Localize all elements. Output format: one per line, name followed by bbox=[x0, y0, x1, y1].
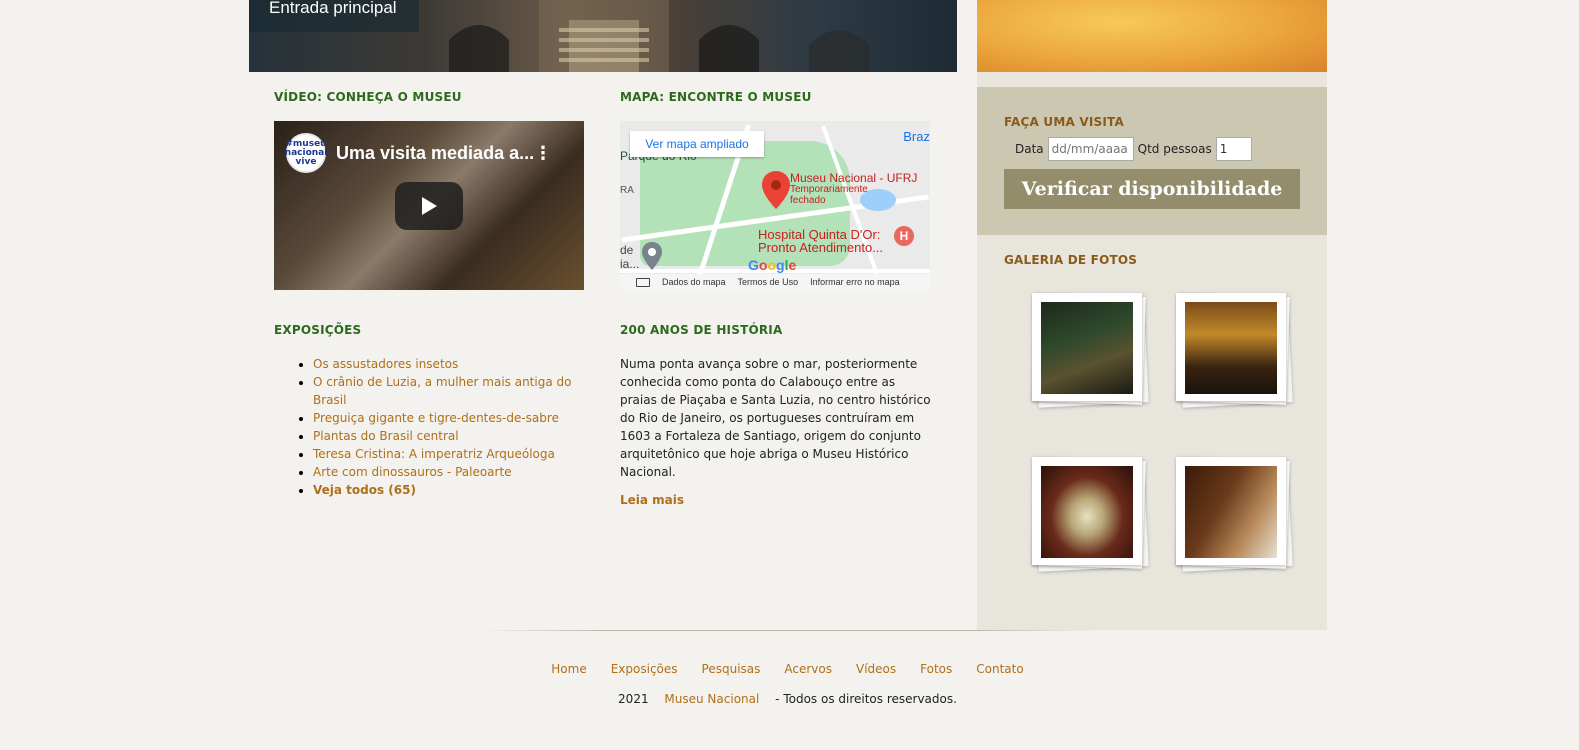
footer-divider bbox=[480, 630, 1100, 631]
channel-logo[interactable]: #museu nacional vive bbox=[285, 133, 327, 173]
sidebar-banner bbox=[977, 0, 1327, 72]
map-hospital-sub: Pronto Atendimento... bbox=[758, 240, 884, 255]
list-item: Teresa Cristina: A imperatriz Arqueóloga bbox=[313, 445, 581, 463]
date-label: Data bbox=[1015, 142, 1044, 156]
map-hospital-label[interactable]: Hospital Quinta D'Or: Pronto Atendimento… bbox=[758, 228, 883, 254]
map-data-link[interactable]: Dados do mapa bbox=[662, 277, 726, 287]
gallery-photo[interactable] bbox=[1176, 293, 1293, 408]
gray-pin-icon[interactable] bbox=[642, 242, 662, 270]
list-item: Arte com dinossauros - Paleoarte bbox=[313, 463, 581, 481]
map-museum-status: fechado bbox=[790, 195, 826, 206]
list-item: O crânio de Luzia, a mulher mais antiga … bbox=[313, 373, 581, 409]
map-label-line: ia... bbox=[620, 257, 640, 271]
expo-link[interactable]: Preguiça gigante e tigre-dentes-de-sabre bbox=[313, 411, 559, 425]
embedded-map[interactable]: Braz Parque do Rio RA Ver mapa ampliado … bbox=[620, 121, 930, 290]
photo-thumbnail bbox=[1041, 466, 1133, 558]
read-more-link[interactable]: Leia mais bbox=[620, 493, 684, 507]
check-availability-button[interactable]: Verificar disponibilidade bbox=[1004, 169, 1300, 209]
visit-form-row: Data Qtd pessoas bbox=[1015, 137, 1252, 161]
play-button[interactable] bbox=[395, 182, 463, 230]
map-label: RA bbox=[620, 185, 634, 196]
list-item: Plantas do Brasil central bbox=[313, 427, 581, 445]
google-logo: Google bbox=[748, 257, 797, 273]
play-icon bbox=[422, 197, 437, 215]
photo-frame bbox=[1176, 457, 1286, 565]
expo-list: Os assustadores insetos O crânio de Luzi… bbox=[313, 355, 581, 499]
footer-nav: Home Exposições Pesquisas Acervos Vídeos… bbox=[0, 662, 1575, 676]
hero-caption: Entrada principal bbox=[269, 0, 397, 17]
video-player[interactable]: #museu nacional vive Uma visita mediada … bbox=[274, 121, 584, 290]
keyboard-icon[interactable] bbox=[636, 277, 650, 287]
hero-banner: Entrada principal bbox=[249, 0, 957, 72]
footer-link-home[interactable]: Home bbox=[551, 662, 586, 676]
expo-link[interactable]: Teresa Cristina: A imperatriz Arqueóloga bbox=[313, 447, 555, 461]
expo-link[interactable]: O crânio de Luzia, a mulher mais antiga … bbox=[313, 375, 571, 407]
map-section-title: MAPA: ENCONTRE O MUSEU bbox=[620, 90, 812, 104]
expo-link[interactable]: Arte com dinossauros - Paleoarte bbox=[313, 465, 512, 479]
visit-box: FAÇA UMA VISITA Data Qtd pessoas Verific… bbox=[977, 87, 1327, 235]
gallery-title: GALERIA DE FOTOS bbox=[1004, 253, 1138, 267]
brand-link[interactable]: Museu Nacional bbox=[664, 692, 759, 706]
photo-frame bbox=[1032, 457, 1142, 565]
copyright-year: 2021 bbox=[618, 692, 649, 706]
photo-thumbnail bbox=[1185, 466, 1277, 558]
video-section-title: VÍDEO: CONHEÇA O MUSEU bbox=[274, 90, 462, 104]
report-error-link[interactable]: Informar erro no mapa bbox=[810, 277, 900, 287]
footer-link-exposicoes[interactable]: Exposições bbox=[611, 662, 678, 676]
list-item: Veja todos (65) bbox=[313, 481, 581, 499]
gallery-photo[interactable] bbox=[1176, 457, 1293, 572]
gallery-photo[interactable] bbox=[1032, 457, 1149, 572]
footer-link-fotos[interactable]: Fotos bbox=[920, 662, 952, 676]
expo-link[interactable]: Os assustadores insetos bbox=[313, 357, 458, 371]
map-pin-icon[interactable] bbox=[762, 171, 790, 209]
visit-title: FAÇA UMA VISITA bbox=[1004, 115, 1124, 129]
more-vert-icon[interactable]: ⋮ bbox=[534, 143, 552, 164]
map-footer-bar: Dados do mapa Termos de Uso Informar err… bbox=[620, 274, 930, 290]
hospital-icon[interactable]: H bbox=[894, 226, 914, 246]
map-museum-status: Temporariamente bbox=[790, 184, 868, 195]
footer-link-videos[interactable]: Vídeos bbox=[856, 662, 896, 676]
video-title[interactable]: Uma visita mediada a... bbox=[336, 143, 534, 164]
footer-link-contato[interactable]: Contato bbox=[976, 662, 1023, 676]
date-input[interactable] bbox=[1047, 137, 1134, 161]
map-label: Braz bbox=[903, 129, 930, 144]
photo-frame bbox=[1032, 293, 1142, 401]
expo-section-title: EXPOSIÇÕES bbox=[274, 323, 362, 337]
history-text: Numa ponta avança sobre o mar, posterior… bbox=[620, 357, 931, 479]
map-label: de ia... bbox=[620, 243, 639, 271]
map-label-line: de bbox=[620, 243, 634, 257]
list-item: Preguiça gigante e tigre-dentes-de-sabre bbox=[313, 409, 581, 427]
photo-thumbnail bbox=[1041, 302, 1133, 394]
footer-link-pesquisas[interactable]: Pesquisas bbox=[702, 662, 761, 676]
map-museum-label[interactable]: Museu Nacional - UFRJ Temporariamente fe… bbox=[790, 172, 917, 206]
map-museum-name: Museu Nacional - UFRJ bbox=[790, 171, 918, 185]
footer-link-acervos[interactable]: Acervos bbox=[784, 662, 832, 676]
gallery-photo[interactable] bbox=[1032, 293, 1149, 408]
open-larger-map-link[interactable]: Ver mapa ampliado bbox=[630, 131, 764, 157]
qty-input[interactable] bbox=[1215, 137, 1252, 161]
list-item: Os assustadores insetos bbox=[313, 355, 581, 373]
copyright: 2021 Museu Nacional - Todos os direitos … bbox=[0, 692, 1575, 706]
expo-link[interactable]: Plantas do Brasil central bbox=[313, 429, 459, 443]
copyright-rights: - Todos os direitos reservados. bbox=[775, 692, 957, 706]
see-all-expo-link[interactable]: Veja todos (65) bbox=[313, 483, 416, 497]
photo-frame bbox=[1176, 293, 1286, 401]
history-section-title: 200 ANOS DE HISTÓRIA bbox=[620, 323, 783, 337]
terms-link[interactable]: Termos de Uso bbox=[738, 277, 799, 287]
qty-label: Qtd pessoas bbox=[1137, 142, 1212, 156]
photo-thumbnail bbox=[1185, 302, 1277, 394]
